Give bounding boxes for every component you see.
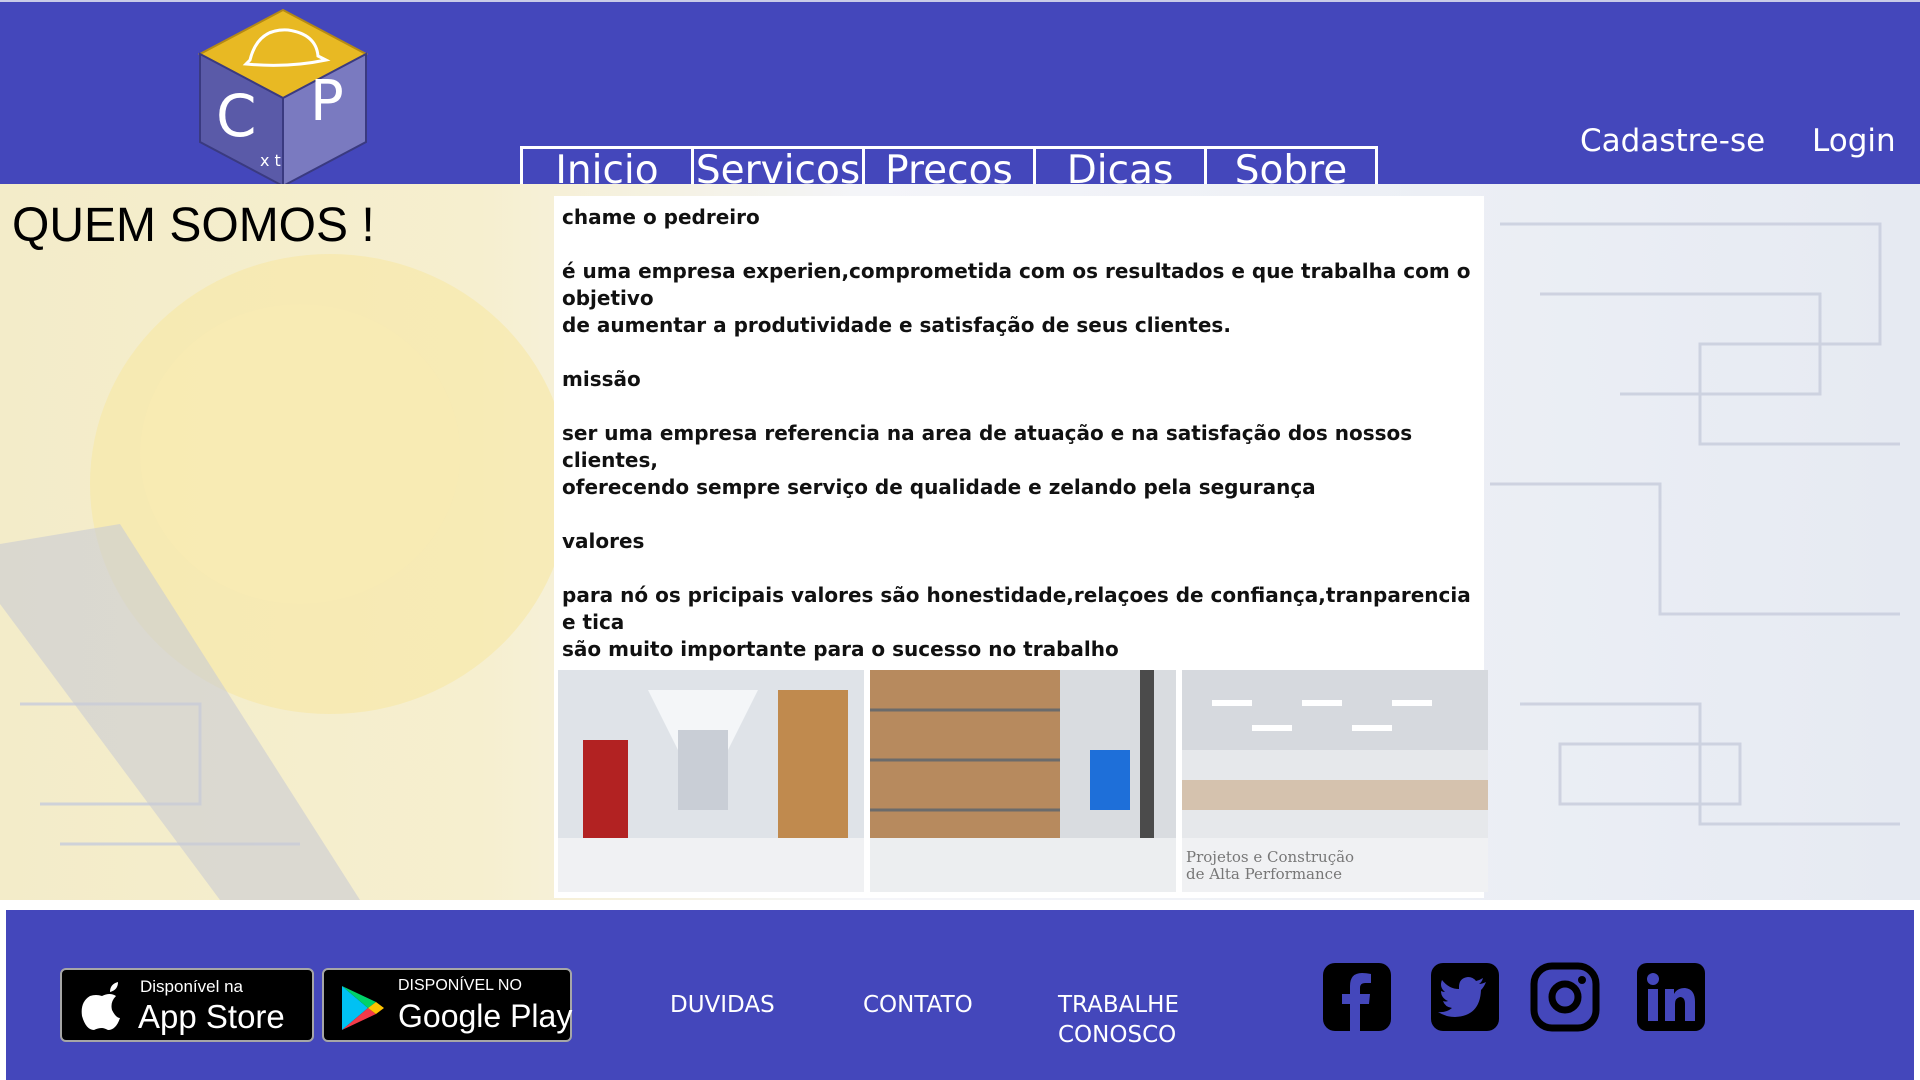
logo-letter-c: C [216,82,257,150]
photo-warehouse [870,670,1176,892]
app-store-small-text: Disponível na [140,977,244,996]
site-header: C P x t Inicio Servicos Precos Dicas Sob… [0,0,1920,189]
footer-edge [1914,910,1920,1080]
facebook-icon[interactable] [1322,962,1392,1032]
values-line: para nó os pricipais valores são honesti… [562,583,1471,634]
logo-letter-p: P [310,69,344,134]
values-line: são muito importante para o sucesso no t… [562,637,1119,661]
logo[interactable]: C P x t [198,8,368,188]
login-link[interactable]: Login [1812,123,1896,159]
instagram-icon[interactable] [1530,962,1600,1032]
photo-caption-line1: Projetos e Construção [1186,848,1354,866]
google-play-big-text: Google Play [398,998,573,1034]
photo-corridor [558,670,864,892]
main-nav: Inicio Servicos Precos Dicas Sobre [520,146,1378,189]
company-name: chame o pedreiro [562,205,760,229]
apple-icon [81,982,120,1030]
nav-precos[interactable]: Precos [865,149,1036,189]
intro-line: de aumentar a produtividade e satisfação… [562,313,1231,337]
google-play-icon [342,986,384,1030]
app-store-badge[interactable]: Disponível na App Store [60,968,314,1042]
app-store-big-text: App Store [138,998,285,1035]
footer-link-trabalhe-conosco[interactable]: TRABALHE CONOSCO [1058,990,1188,1050]
footer-link-contato[interactable]: CONTATO [863,990,973,1020]
nav-inicio[interactable]: Inicio [523,149,694,189]
photo-caption-line2: de Alta Performance [1186,865,1342,883]
logo-small-letters: x t [260,151,281,170]
page-heading: QUEM SOMOS ! [12,199,375,252]
nav-sobre[interactable]: Sobre [1207,149,1375,189]
mission-line: ser uma empresa referencia na area de at… [562,421,1413,472]
footer-link-duvidas[interactable]: DUVIDAS [670,990,775,1020]
google-play-badge[interactable]: DISPONÍVEL NO Google Play [322,968,572,1042]
about-content-box: chame o pedreiro é uma empresa experien,… [554,196,1488,898]
linkedin-icon[interactable] [1636,962,1706,1032]
photo-open-floor: Projetos e Construção de Alta Performanc… [1182,670,1488,892]
intro-line: é uma empresa experien,comprometida com … [562,259,1471,283]
nav-servicos[interactable]: Servicos [694,149,865,189]
google-play-small-text: DISPONÍVEL NO [398,977,522,994]
main-content: QUEM SOMOS ! chame o pedreiro é uma empr… [0,184,1920,900]
intro-line: objetivo [562,286,654,310]
mission-line: oferecendo sempre serviço de qualidade e… [562,475,1316,499]
footer-edge [0,910,6,1080]
nav-dicas[interactable]: Dicas [1036,149,1207,189]
divider [0,900,1920,910]
register-link[interactable]: Cadastre-se [1580,123,1765,159]
mission-title: missão [562,367,641,391]
twitter-icon[interactable] [1430,962,1500,1032]
values-title: valores [562,529,645,553]
